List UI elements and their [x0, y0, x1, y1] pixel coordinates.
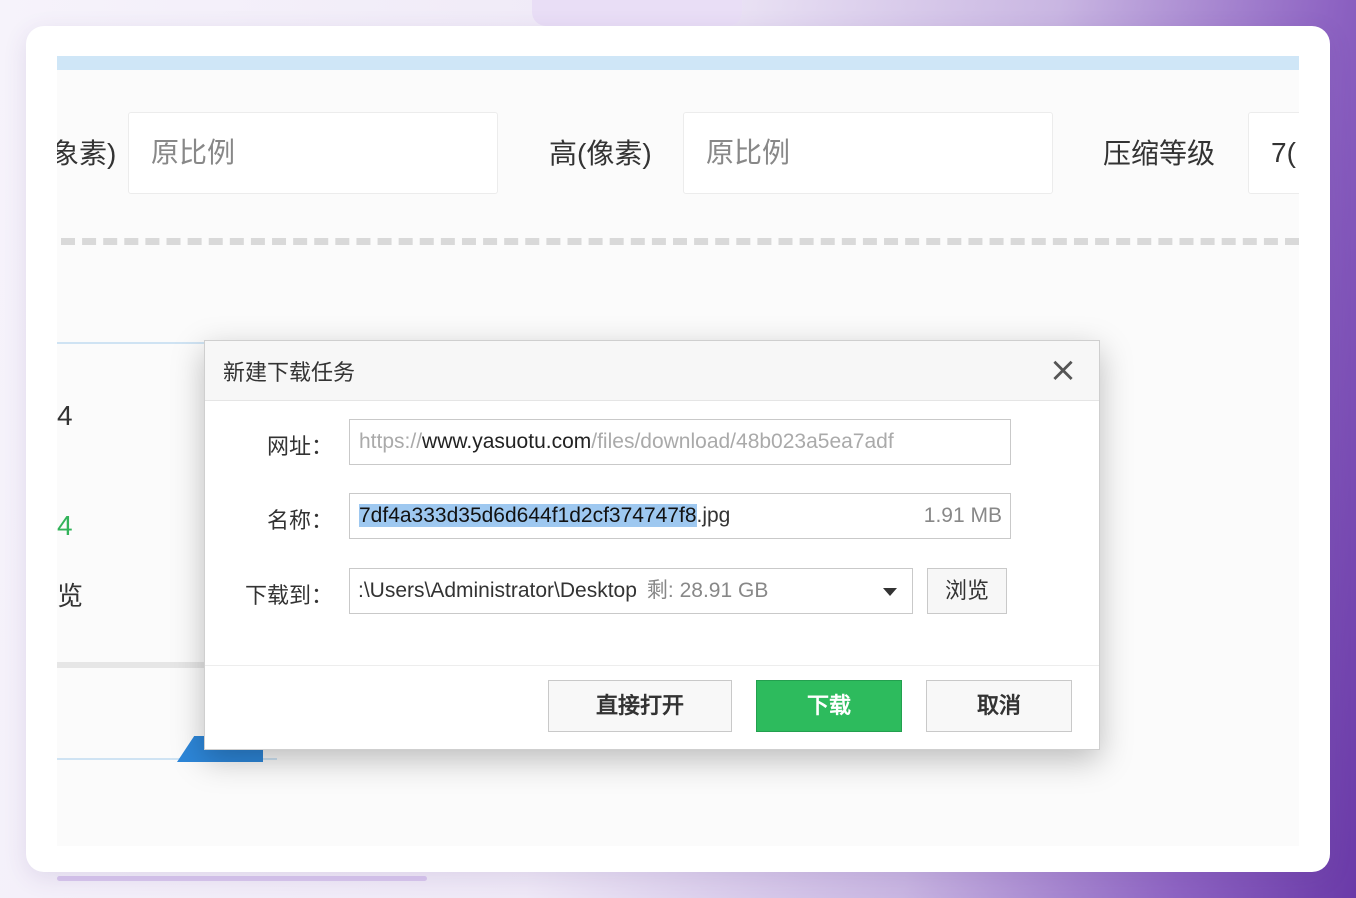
top-tab-decoration	[532, 0, 742, 26]
chevron-down-icon	[883, 588, 897, 596]
cancel-button[interactable]: 取消	[926, 680, 1072, 732]
height-label: 高(像素)	[549, 138, 652, 169]
dialog-title: 新建下载任务	[223, 360, 356, 385]
screenshot-card: 象素) 原比例 高(像素) 原比例 压缩等级 7( 4 4 览 新建下载任务 ×…	[26, 26, 1330, 872]
compress-label: 压缩等级	[1103, 138, 1216, 169]
url-prefix: https://	[359, 430, 423, 453]
app-screenshot: 象素) 原比例 高(像素) 原比例 压缩等级 7( 4 4 览 新建下载任务 ×…	[57, 56, 1299, 846]
name-label: 名称：	[266, 508, 333, 533]
path-dropdown-button[interactable]	[867, 568, 913, 614]
url-field[interactable]: https://www.yasuotu.com/files/download/4…	[349, 419, 1011, 465]
save-path: :\Users\Administrator\Desktop	[358, 579, 637, 602]
saveto-label: 下载到：	[244, 583, 333, 608]
browse-button[interactable]: 浏览	[927, 568, 1007, 614]
left-count-2: 4	[57, 510, 73, 541]
bottom-line-decoration	[57, 876, 427, 881]
width-input[interactable]: 原比例	[128, 112, 498, 194]
url-domain: www.yasuotu.com	[422, 430, 592, 453]
open-directly-button[interactable]: 直接打开	[548, 680, 732, 732]
download-button[interactable]: 下载	[756, 680, 902, 732]
left-preview-text[interactable]: 览	[57, 576, 83, 613]
url-path: /files/download/48b023a5ea7adf	[591, 430, 894, 453]
top-blue-bar	[57, 56, 1299, 70]
free-space: 28.91 GB	[679, 579, 769, 602]
name-extension: .jpg	[696, 504, 731, 527]
name-selected-text: 7df4a333d35d6d644f1d2cf374747f8	[359, 504, 697, 527]
url-label: 网址：	[266, 434, 333, 459]
width-label: 象素)	[57, 138, 117, 169]
dashed-divider	[61, 238, 1299, 245]
left-count-1: 4	[57, 400, 73, 431]
file-size: 1.91 MB	[923, 504, 1002, 527]
close-icon[interactable]: ×	[1047, 353, 1079, 387]
name-field[interactable]: 7df4a333d35d6d644f1d2cf374747f8.jpg 1.91…	[349, 493, 1011, 539]
footer-divider	[205, 665, 1099, 666]
compress-input[interactable]: 7(	[1248, 112, 1299, 194]
free-space-label: 剩:	[646, 579, 674, 602]
dialog-header: 新建下载任务 ×	[205, 341, 1099, 401]
save-path-field[interactable]: :\Users\Administrator\Desktop 剩: 28.91 GB	[349, 568, 913, 614]
height-input[interactable]: 原比例	[683, 112, 1053, 194]
new-download-dialog: 新建下载任务 × 网址： https://www.yasuotu.com/fil…	[204, 340, 1100, 750]
